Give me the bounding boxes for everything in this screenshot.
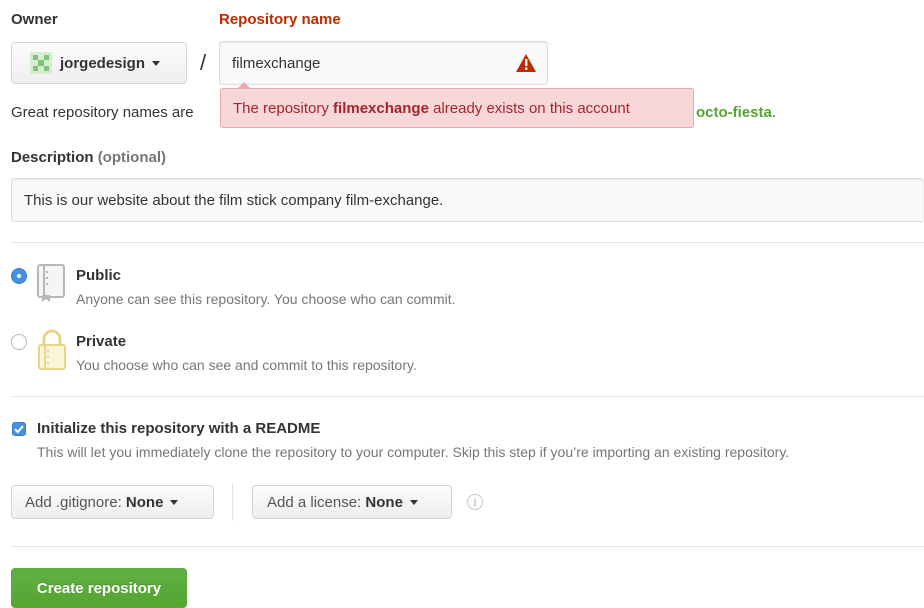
chevron-down-icon [170, 499, 179, 505]
chevron-down-icon [152, 60, 161, 66]
description-label: Description (optional) [11, 149, 166, 166]
hint-period: . [771, 104, 777, 121]
private-description: You choose who can see and commit to thi… [76, 357, 417, 373]
description-input[interactable]: This is our website about the film stick… [11, 178, 924, 222]
create-repository-button[interactable]: Create repository [11, 568, 187, 608]
info-icon[interactable]: i [467, 494, 483, 510]
vertical-divider [232, 483, 233, 521]
description-optional: (optional) [97, 149, 167, 166]
repo-name-label: Repository name [219, 11, 341, 28]
gitignore-dropdown[interactable]: Add .gitignore: None [11, 485, 214, 519]
lock-icon [36, 329, 68, 375]
divider [11, 242, 924, 243]
tooltip-text-before: The repository [233, 99, 334, 117]
divider [11, 546, 924, 547]
description-value: This is our website about the film stick… [24, 191, 444, 209]
license-prefix: Add a license: [267, 493, 366, 511]
license-value: None [365, 493, 403, 511]
private-radio[interactable] [11, 334, 27, 350]
license-dropdown[interactable]: Add a license: None [252, 485, 452, 519]
readme-description: This will let you immediately clone the … [37, 444, 790, 460]
readme-checkbox[interactable] [12, 422, 26, 436]
repo-exists-tooltip: The repository filmexchange already exis… [220, 88, 694, 128]
gitignore-prefix: Add .gitignore: [25, 493, 126, 511]
readme-title[interactable]: Initialize this repository with a README [37, 420, 320, 437]
tooltip-repo-name: filmexchange [333, 99, 429, 117]
suggested-name[interactable]: octo-fiesta [696, 104, 772, 121]
owner-avatar [30, 52, 52, 74]
warning-icon [515, 53, 537, 77]
description-label-text: Description [11, 149, 94, 166]
gitignore-value: None [125, 493, 164, 511]
repo-name-value: filmexchange [232, 54, 321, 72]
repo-icon [36, 263, 68, 307]
owner-name: jorgedesign [60, 54, 146, 72]
owner-repo-separator: / [200, 50, 207, 75]
public-radio[interactable] [11, 268, 27, 284]
divider [11, 396, 924, 397]
repo-name-input[interactable]: filmexchange [219, 41, 548, 85]
owner-dropdown[interactable]: jorgedesign [11, 42, 187, 84]
owner-label: Owner [11, 11, 58, 28]
tooltip-arrow [238, 82, 250, 88]
check-icon [14, 425, 24, 434]
repo-name-hint-prefix: Great repository names are [11, 104, 194, 121]
tooltip-text-after: already exists on this account [428, 99, 630, 117]
public-description: Anyone can see this repository. You choo… [76, 291, 456, 307]
private-title[interactable]: Private [76, 333, 126, 350]
public-title[interactable]: Public [76, 267, 121, 284]
chevron-down-icon [409, 499, 418, 505]
repo-name-hint-suggestion[interactable]: octo-fiesta. [696, 104, 776, 121]
